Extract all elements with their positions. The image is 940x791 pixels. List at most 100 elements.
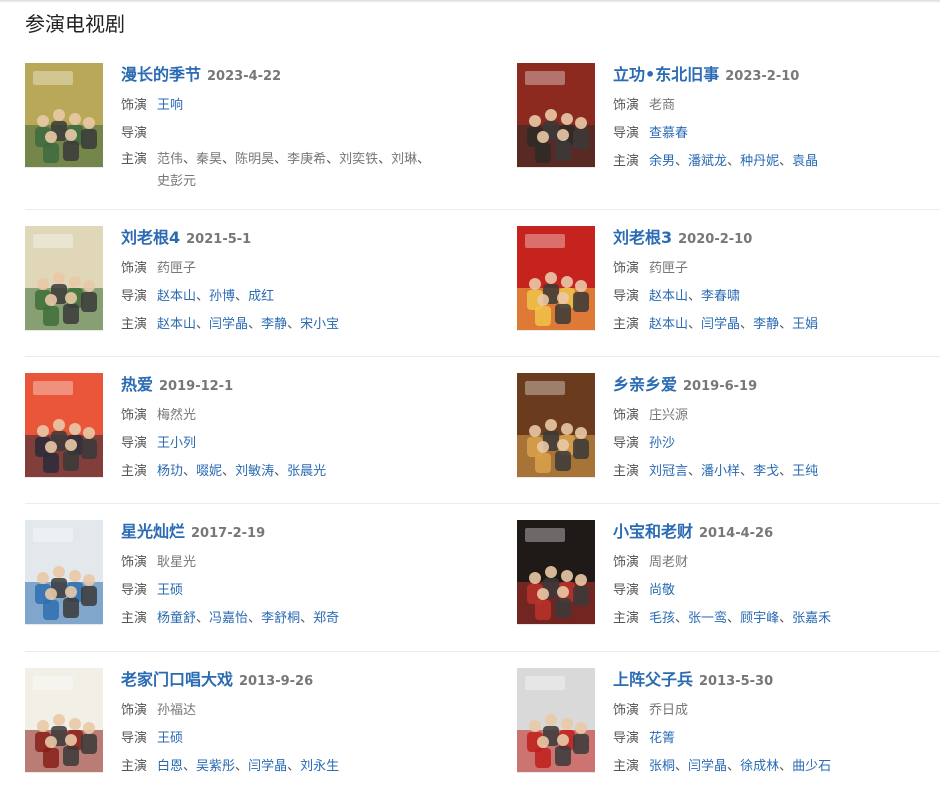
drama-title-link[interactable]: 乡亲乡爱 bbox=[613, 375, 677, 394]
drama-poster[interactable] bbox=[25, 63, 103, 168]
role-label: 饰演 bbox=[613, 703, 640, 718]
person-link[interactable]: 张晨光 bbox=[287, 464, 326, 479]
drama-poster[interactable] bbox=[517, 63, 595, 168]
drama-title-link[interactable]: 立功•东北旧事 bbox=[613, 65, 719, 84]
person-link[interactable]: 张一鸾 bbox=[688, 611, 727, 626]
person-link[interactable]: 潘小样 bbox=[701, 464, 740, 479]
row-divider bbox=[25, 356, 940, 357]
person-link[interactable]: 徐成林 bbox=[740, 759, 779, 774]
cast-values: 毛孩、张一鸾、顾宇峰、张嘉禾 bbox=[649, 610, 831, 628]
person-link[interactable]: 余男 bbox=[649, 154, 675, 169]
drama-info: 小宝和老财 2014-4-26 饰演 周老财 导演 尚敬 主演 毛孩、张一鸾、顾宇峰、张嘉禾 bbox=[613, 520, 940, 628]
person-link[interactable]: 闫学晶 bbox=[209, 317, 248, 332]
person-link[interactable]: 闫学晶 bbox=[248, 759, 287, 774]
drama-poster[interactable] bbox=[25, 668, 103, 773]
person-link[interactable]: 毛孩 bbox=[649, 611, 675, 626]
director-row: 导演 尚敬 bbox=[613, 582, 940, 600]
drama-poster[interactable] bbox=[517, 226, 595, 331]
person-link[interactable]: 杨童舒 bbox=[157, 611, 196, 626]
drama-poster[interactable] bbox=[517, 373, 595, 478]
person-link[interactable]: 李静 bbox=[753, 317, 779, 332]
person-link[interactable]: 孙沙 bbox=[649, 436, 675, 451]
cast-row: 主演 范伟、秦昊、陈明昊、李庚希、刘奕铁、刘琳、史彭元 bbox=[121, 149, 441, 193]
person-link[interactable]: 成红 bbox=[248, 289, 274, 304]
person-link[interactable]: 刘冠言 bbox=[649, 464, 688, 479]
drama-title-link[interactable]: 老家门口唱大戏 bbox=[121, 670, 233, 689]
person-link[interactable]: 闫学晶 bbox=[688, 759, 727, 774]
person-name: 范伟 bbox=[157, 152, 184, 167]
person-link[interactable]: 顾宇峰 bbox=[740, 611, 779, 626]
person-link[interactable]: 郑奇 bbox=[313, 611, 339, 626]
cast-row: 主演 杨玏、啜妮、刘敏涛、张晨光 bbox=[121, 463, 481, 481]
drama-info: 漫长的季节 2023-4-22 饰演 王响 导演 主演 范伟、秦昊、陈明昊、李庚希、刘奕铁、… bbox=[121, 63, 481, 193]
person-link[interactable]: 李戈 bbox=[753, 464, 779, 479]
cast-values: 杨玏、啜妮、刘敏涛、张晨光 bbox=[157, 463, 326, 481]
separator: 、 bbox=[740, 317, 754, 332]
person-link[interactable]: 王纯 bbox=[792, 464, 818, 479]
person-link[interactable]: 李春啸 bbox=[701, 289, 740, 304]
role-name[interactable]: 王响 bbox=[157, 98, 183, 113]
person-link[interactable]: 查慕春 bbox=[649, 126, 688, 141]
person-link[interactable]: 王小列 bbox=[157, 436, 196, 451]
role-label: 饰演 bbox=[121, 703, 148, 718]
person-link[interactable]: 王硕 bbox=[157, 583, 183, 598]
cast-label: 主演 bbox=[613, 464, 640, 479]
director-row: 导演 查慕春 bbox=[613, 125, 940, 143]
person-link[interactable]: 赵本山 bbox=[649, 317, 688, 332]
person-link[interactable]: 王硕 bbox=[157, 731, 183, 746]
separator: 、 bbox=[222, 152, 236, 167]
director-row: 导演 王硕 bbox=[121, 730, 481, 748]
person-link[interactable]: 王娟 bbox=[792, 317, 818, 332]
person-link[interactable]: 孙博 bbox=[209, 289, 235, 304]
person-link[interactable]: 刘永生 bbox=[300, 759, 339, 774]
drama-poster[interactable] bbox=[25, 373, 103, 478]
person-link[interactable]: 种丹妮 bbox=[740, 154, 779, 169]
cast-row: 主演 张桐、闫学晶、徐成林、曲少石 bbox=[613, 758, 940, 776]
drama-title-link[interactable]: 上阵父子兵 bbox=[613, 670, 693, 689]
drama-title-link[interactable]: 小宝和老财 bbox=[613, 522, 693, 541]
person-link[interactable]: 闫学晶 bbox=[701, 317, 740, 332]
separator: 、 bbox=[183, 152, 197, 167]
separator: 、 bbox=[688, 317, 702, 332]
separator: 、 bbox=[675, 759, 689, 774]
director-values: 王小列 bbox=[157, 435, 196, 453]
drama-title-link[interactable]: 刘老根4 bbox=[121, 228, 180, 247]
drama-poster[interactable] bbox=[517, 520, 595, 625]
person-name: 刘奕铁 bbox=[339, 152, 379, 167]
person-link[interactable]: 赵本山 bbox=[157, 317, 196, 332]
drama-poster[interactable] bbox=[25, 226, 103, 331]
person-link[interactable]: 曲少石 bbox=[792, 759, 831, 774]
person-link[interactable]: 袁晶 bbox=[792, 154, 818, 169]
person-link[interactable]: 白恩 bbox=[157, 759, 183, 774]
person-link[interactable]: 吴紫彤 bbox=[196, 759, 235, 774]
drama-poster[interactable] bbox=[517, 668, 595, 773]
tv-drama-grid: 漫长的季节 2023-4-22 饰演 王响 导演 主演 范伟、秦昊、陈明昊、李庚希、刘奕铁、… bbox=[0, 0, 940, 791]
person-link[interactable]: 啜妮 bbox=[196, 464, 222, 479]
person-link[interactable]: 潘斌龙 bbox=[688, 154, 727, 169]
person-link[interactable]: 李舒桐 bbox=[261, 611, 300, 626]
person-link[interactable]: 杨玏 bbox=[157, 464, 183, 479]
drama-title-link[interactable]: 刘老根3 bbox=[613, 228, 672, 247]
release-date: 2019-12-1 bbox=[159, 379, 234, 394]
person-link[interactable]: 赵本山 bbox=[157, 289, 196, 304]
person-link[interactable]: 张桐 bbox=[649, 759, 675, 774]
drama-title-link[interactable]: 漫长的季节 bbox=[121, 65, 201, 84]
separator: 、 bbox=[378, 152, 392, 167]
person-link[interactable]: 赵本山 bbox=[649, 289, 688, 304]
person-link[interactable]: 宋小宝 bbox=[300, 317, 339, 332]
role-label: 饰演 bbox=[613, 555, 640, 570]
person-link[interactable]: 花箐 bbox=[649, 731, 675, 746]
role-value: 孙福达 bbox=[157, 702, 196, 720]
drama-info: 热爱 2019-12-1 饰演 梅然光 导演 王小列 主演 杨玏、啜妮、刘敏涛、张晨光 bbox=[121, 373, 481, 481]
drama-title-link[interactable]: 热爱 bbox=[121, 375, 153, 394]
person-link[interactable]: 冯嘉怡 bbox=[209, 611, 248, 626]
person-link[interactable]: 张嘉禾 bbox=[792, 611, 831, 626]
director-row: 导演 花箐 bbox=[613, 730, 940, 748]
cast-row: 主演 赵本山、闫学晶、李静、王娟 bbox=[613, 316, 940, 334]
role-value: 王响 bbox=[157, 97, 183, 115]
drama-title-link[interactable]: 星光灿烂 bbox=[121, 522, 185, 541]
person-link[interactable]: 李静 bbox=[261, 317, 287, 332]
person-link[interactable]: 刘敏涛 bbox=[235, 464, 274, 479]
person-link[interactable]: 尚敬 bbox=[649, 583, 675, 598]
drama-poster[interactable] bbox=[25, 520, 103, 625]
